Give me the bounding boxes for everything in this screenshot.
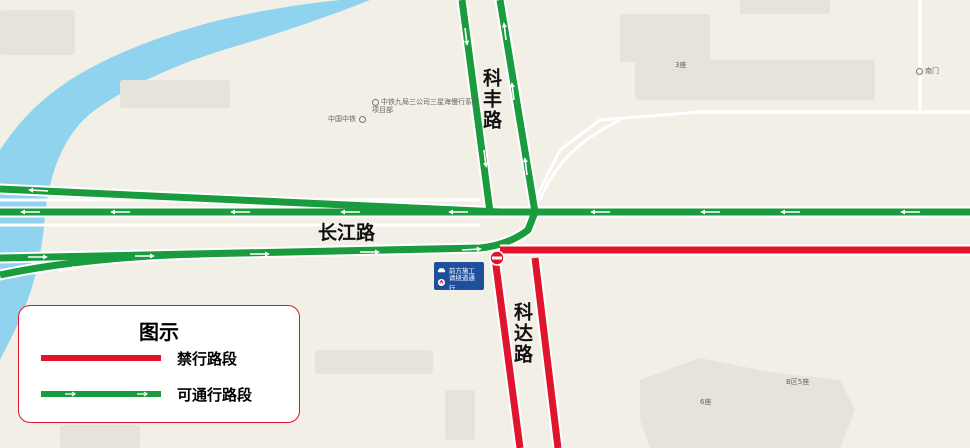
- legend-closed-label: 禁行路段: [177, 349, 238, 368]
- poi-zone-b5-label: B区5座: [786, 378, 810, 386]
- car-icon: [437, 267, 446, 272]
- open-road-swatch: [41, 391, 161, 397]
- poi-south-gate[interactable]: 南门: [916, 66, 939, 76]
- location-dot-icon: [372, 98, 379, 106]
- legend-item-closed: 禁行路段: [41, 348, 237, 368]
- no-entry-sign: [489, 250, 505, 266]
- detour-icon: [437, 278, 446, 286]
- closed-road-swatch: [41, 355, 161, 361]
- legend-item-open: 可通行路段: [41, 384, 252, 404]
- poi-company-label: 中铁九局三公司三星海慢行系统项目部: [372, 98, 479, 114]
- map-view[interactable]: { "roads": { "changjiang": "长江路", "kefen…: [0, 0, 970, 448]
- poi-building6-label: 6座: [700, 398, 712, 406]
- notice-line2: 请绕道通行: [448, 274, 475, 292]
- construction-notice-sign: 前方施工 请绕道通行: [434, 262, 484, 292]
- poi-building3[interactable]: 3座: [675, 60, 686, 70]
- location-dot-icon: [359, 115, 366, 123]
- poi-building3-label: 3座: [675, 61, 687, 69]
- road-label-changjiang: 长江路: [318, 222, 376, 244]
- legend-open-label: 可通行路段: [177, 385, 253, 404]
- map-legend: 图示 禁行路段 可通行路段: [18, 305, 300, 423]
- open-road-outlines: [0, 0, 970, 281]
- road-label-kefeng: 科丰路: [480, 68, 502, 131]
- road-keda-east-closed: [531, 257, 562, 448]
- legend-title: 图示: [139, 320, 179, 344]
- road-label-keda: 科达路: [511, 302, 533, 365]
- poi-south-gate-label: 南门: [925, 67, 939, 75]
- poi-building6[interactable]: 6座: [700, 397, 711, 407]
- poi-company[interactable]: 中铁九局三公司三星海慢行系统项目部: [372, 98, 482, 114]
- location-dot-icon: [916, 67, 923, 75]
- poi-crcc[interactable]: 中国中铁: [328, 114, 368, 124]
- poi-zone-b5[interactable]: B区5座: [786, 377, 809, 387]
- poi-crcc-label: 中国中铁: [328, 115, 356, 123]
